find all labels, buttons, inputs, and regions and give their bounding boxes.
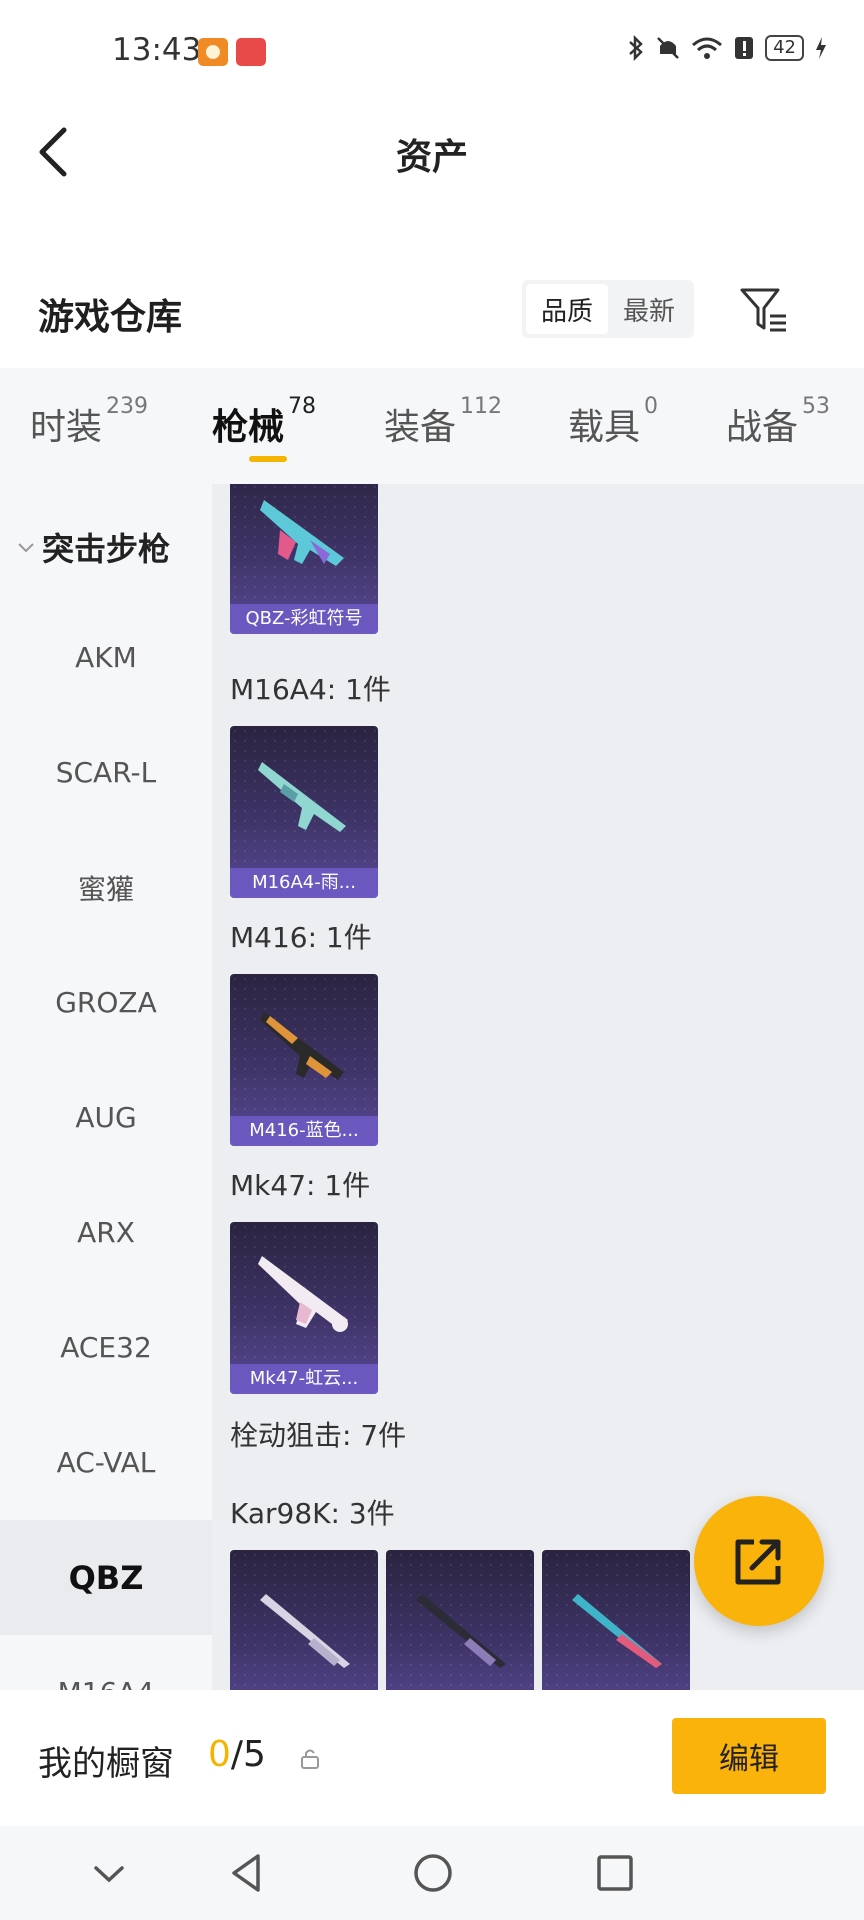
tab-label: 枪械 <box>212 407 285 448</box>
sidebar-item-aug[interactable]: AUG <box>0 1060 212 1175</box>
charging-icon <box>816 37 826 59</box>
category-tabs: 时装239 枪械78 装备112 载具0 战备53 <box>0 368 864 484</box>
weapon-card-qbz[interactable]: QBZ-彩虹符号 <box>230 484 378 634</box>
weapon-card-mk47[interactable]: Mk47-虹云... <box>230 1222 378 1394</box>
edit-button[interactable]: 编辑 <box>672 1718 826 1794</box>
showcase-label: 我的橱窗 <box>38 1744 174 1784</box>
wifi-icon <box>692 37 723 59</box>
tab-count: 53 <box>802 394 831 419</box>
weapon-card-kar98k-1[interactable] <box>230 1550 378 1690</box>
sidebar-item-groza[interactable]: GROZA <box>0 945 212 1060</box>
sort-quality-option[interactable]: 品质 <box>526 284 608 334</box>
warehouse-title: 游戏仓库 <box>38 297 183 338</box>
tab-count: 112 <box>460 394 503 419</box>
showcase-total: /5 <box>230 1734 266 1775</box>
sidebar-item-qbz[interactable]: QBZ <box>0 1520 212 1635</box>
sidebar-item-arx[interactable]: ARX <box>0 1175 212 1290</box>
sidebar-group-label: 突击步枪 <box>42 530 171 568</box>
weapon-card-caption: QBZ-彩虹符号 <box>230 604 378 634</box>
system-nav-bar <box>0 1826 864 1920</box>
weapon-sidebar: 突击步枪 AKM SCAR-L 蜜獾 GROZA AUG ARX ACE32 A… <box>0 484 212 1690</box>
active-tab-indicator <box>249 456 287 462</box>
tab-count: 78 <box>288 394 317 419</box>
tab-firearms[interactable]: 枪械78 <box>212 394 316 450</box>
group-label-kar98k: Kar98K: 3件 <box>230 1497 395 1530</box>
weapon-card-caption: M416-蓝色... <box>230 1116 378 1146</box>
kar98k-rifle-image <box>260 1594 350 1668</box>
tab-count: 239 <box>106 394 149 419</box>
nav-recents-icon[interactable] <box>590 1848 640 1898</box>
tab-count: 0 <box>644 394 659 419</box>
battery-level: 42 <box>765 35 804 61</box>
weapon-card-kar98k-3[interactable] <box>542 1550 690 1690</box>
tab-label: 载具 <box>568 407 641 448</box>
mk47-rifle-image <box>258 1256 348 1332</box>
nav-back-icon[interactable] <box>222 1848 272 1898</box>
status-icons: 42 <box>627 34 828 62</box>
sidebar-item-ac-val[interactable]: AC-VAL <box>0 1405 212 1520</box>
sidebar-item-ace32[interactable]: ACE32 <box>0 1290 212 1405</box>
weapon-card-caption: Mk47-虹云... <box>230 1364 378 1394</box>
showcase-count: 0/5 <box>208 1734 266 1775</box>
nav-home-icon[interactable] <box>408 1848 458 1898</box>
kar98k-rifle-image <box>416 1594 506 1668</box>
notification-app-icon <box>198 38 228 66</box>
sidebar-item-m16a4[interactable]: M16A4 <box>0 1635 212 1690</box>
weapon-card-m416[interactable]: M416-蓝色... <box>230 974 378 1146</box>
tab-label: 装备 <box>384 407 457 448</box>
sort-newest-option[interactable]: 最新 <box>608 284 690 334</box>
tab-label: 时装 <box>30 407 103 448</box>
bluetooth-icon <box>629 34 643 62</box>
share-external-icon <box>735 1539 781 1585</box>
group-label-m416: M416: 1件 <box>230 921 372 954</box>
sidebar-item-scar-l[interactable]: SCAR-L <box>0 715 212 830</box>
tab-fashion[interactable]: 时装239 <box>30 394 148 450</box>
weapon-card-kar98k-2[interactable] <box>386 1550 534 1690</box>
huawei-app-icon <box>236 38 266 66</box>
sidebar-group-assault-rifles[interactable]: 突击步枪 <box>16 524 170 570</box>
page: 13:43 42 资产 游戏仓库 品质 最新 时装239 枪械78 装备112 … <box>0 0 864 1920</box>
weapon-card-m16a4[interactable]: M16A4-雨... <box>230 726 378 898</box>
qbz-rifle-image <box>260 500 344 566</box>
m16a4-rifle-image <box>258 762 346 832</box>
page-title: 资产 <box>395 137 468 178</box>
tab-equipment[interactable]: 装备112 <box>384 394 502 450</box>
group-label-m16a4: M16A4: 1件 <box>230 673 391 706</box>
chevron-down-icon <box>18 543 34 553</box>
tab-vehicles[interactable]: 载具0 <box>568 394 658 450</box>
showcase-bar: 我的橱窗 0/5 编辑 <box>0 1690 864 1826</box>
sidebar-item-akm[interactable]: AKM <box>0 600 212 715</box>
weapon-card-caption: M16A4-雨... <box>230 868 378 898</box>
group-label-bolt-snipers: 栓动狙击: 7件 <box>230 1419 407 1452</box>
mute-bell-icon <box>657 37 679 59</box>
status-time: 13:43 <box>112 32 202 68</box>
showcase-current: 0 <box>208 1734 231 1775</box>
alert-icon <box>735 37 754 59</box>
group-label-mk47: Mk47: 1件 <box>230 1169 371 1202</box>
tab-gear[interactable]: 战备53 <box>726 394 830 450</box>
tab-label: 战备 <box>726 407 799 448</box>
collapse-chevron-icon[interactable] <box>84 1848 134 1898</box>
filter-icon[interactable] <box>738 284 790 336</box>
status-bar: 13:43 42 <box>0 0 864 100</box>
sidebar-item-honey-badger[interactable]: 蜜獾 <box>0 830 212 945</box>
sort-toggle: 品质 最新 <box>522 280 694 338</box>
m416-rifle-image <box>260 1012 344 1080</box>
kar98k-rifle-image <box>572 1594 662 1668</box>
share-fab-button[interactable] <box>694 1496 824 1626</box>
lock-icon <box>301 1749 319 1769</box>
